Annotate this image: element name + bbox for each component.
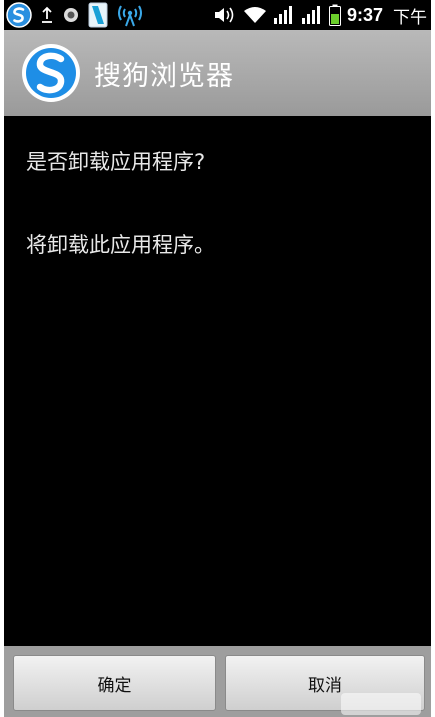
status-bar-right: 9:37 下午: [213, 3, 431, 28]
hotspot-icon: [116, 2, 144, 28]
signal-icon: [273, 5, 295, 25]
dialog-content: 是否卸载应用程序? 将卸载此应用程序。: [4, 116, 431, 646]
ok-button-label: 确定: [97, 675, 132, 696]
sogou-browser-icon: [20, 42, 82, 104]
uninstall-message: 将卸载此应用程序。: [26, 233, 215, 257]
sogou-notification-icon: [6, 2, 32, 28]
cancel-button-label: 取消: [308, 675, 342, 696]
screen: 9:37 下午 搜狗浏览器 是否卸载应用程序? 将卸载此应用程序。 确定 取消: [4, 0, 431, 717]
record-icon: [62, 6, 80, 24]
ok-button[interactable]: 确定: [13, 655, 216, 711]
app-title: 搜狗浏览器: [94, 60, 234, 92]
status-time: 9:37: [346, 4, 383, 25]
wifi-icon: [243, 5, 267, 25]
button-bar: 确定 取消: [4, 646, 431, 717]
volume-icon: [213, 5, 237, 25]
battery-icon: [328, 4, 341, 26]
watermark-overlay: [341, 693, 421, 715]
title-bar: 搜狗浏览器: [4, 30, 431, 116]
status-ampm: 下午: [393, 7, 427, 28]
phone-icon: [88, 2, 108, 28]
uninstall-question: 是否卸载应用程序?: [26, 150, 206, 174]
upload-icon: [40, 5, 54, 25]
status-bar: 9:37 下午: [4, 0, 431, 30]
status-bar-left: [4, 2, 144, 28]
signal-icon-2: [301, 5, 323, 25]
